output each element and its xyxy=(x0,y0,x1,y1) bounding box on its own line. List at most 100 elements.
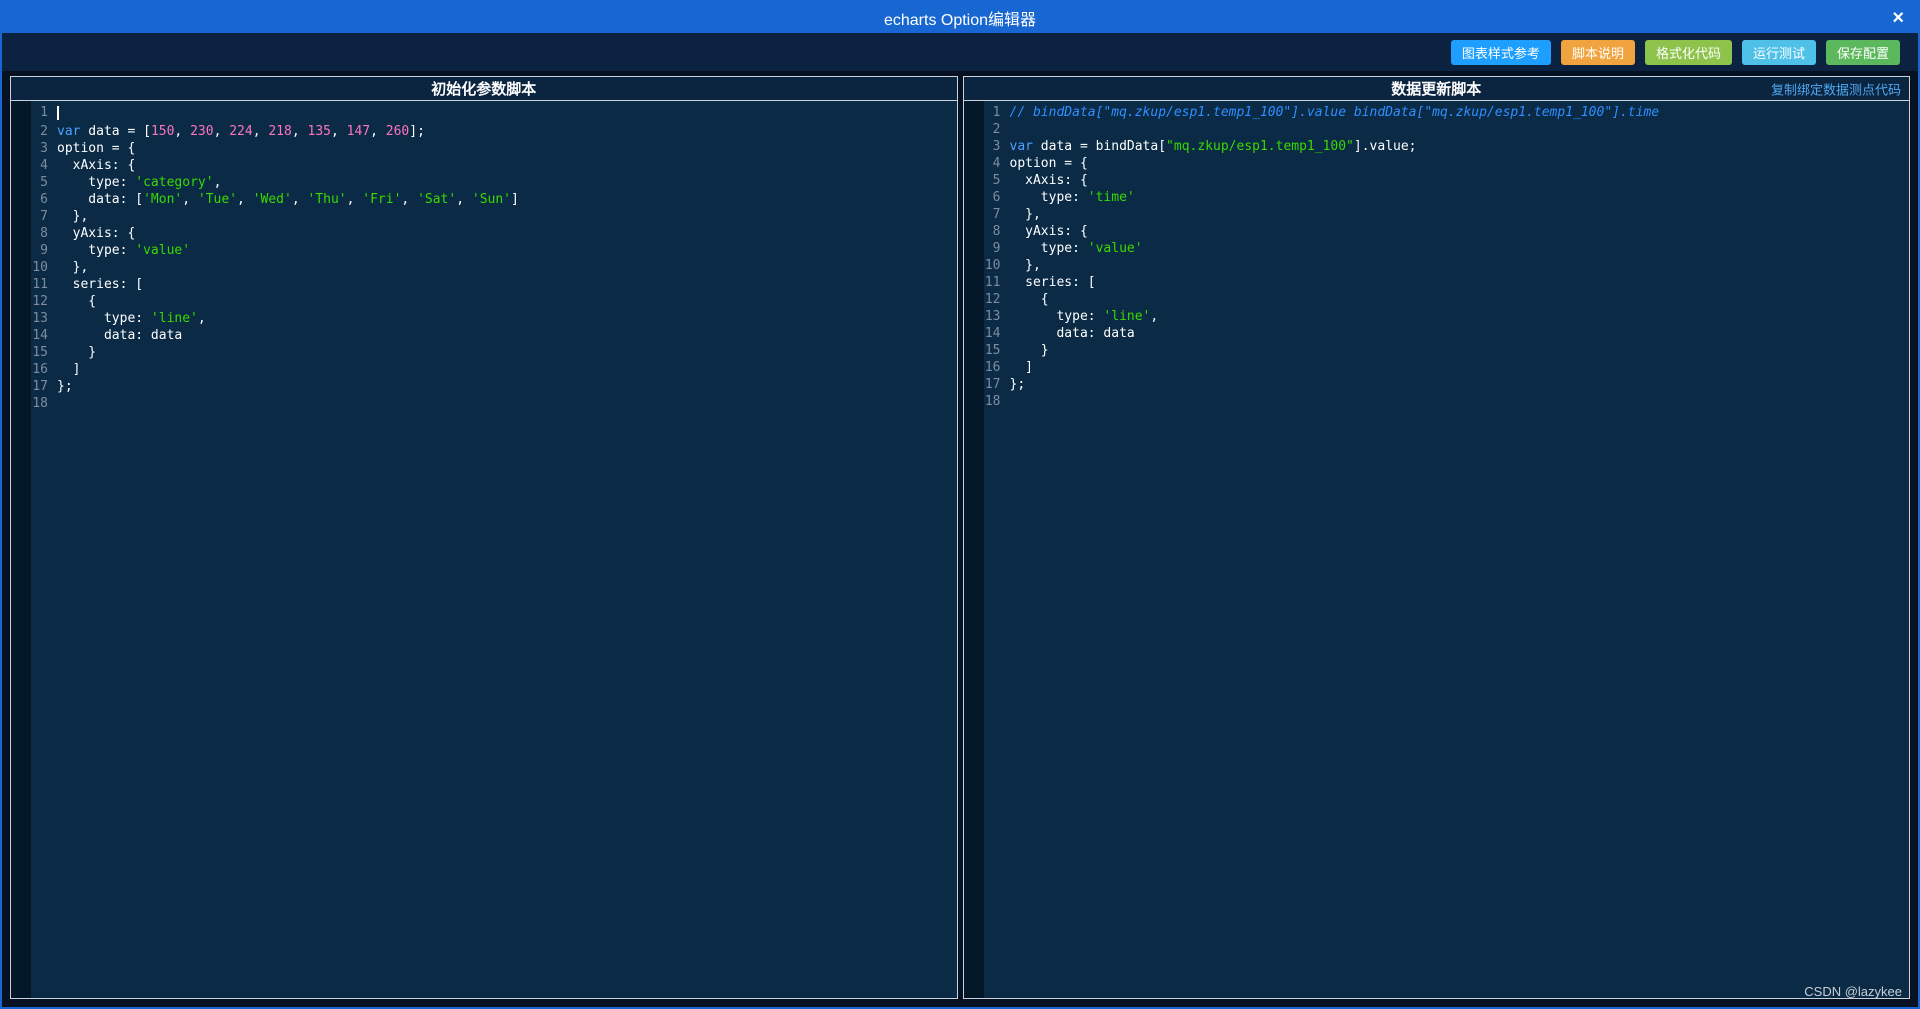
code-line: 17}; xyxy=(964,376,1910,393)
code-line: 16 ] xyxy=(964,359,1910,376)
code-line-text: }; xyxy=(57,379,73,394)
toolbar-buttons: 图表样式参考 脚本说明 格式化代码 运行测试 保存配置 xyxy=(1450,39,1900,65)
code-line: 10 }, xyxy=(964,257,1910,274)
line-number: 17 xyxy=(984,377,1001,392)
code-line: 11 series: [ xyxy=(11,276,957,293)
line-number: 3 xyxy=(992,139,1001,154)
line-number: 11 xyxy=(32,277,48,292)
code-line-text: { xyxy=(57,294,97,309)
line-number: 16 xyxy=(32,362,48,377)
code-line-text: option = { xyxy=(1009,156,1088,171)
csdn-watermark: CSDN @lazykee xyxy=(1804,984,1902,999)
line-number: 8 xyxy=(992,224,1001,239)
code-line-text: type: 'value' xyxy=(57,243,191,258)
line-number: 6 xyxy=(40,192,48,207)
code-line: 18 xyxy=(964,393,1910,410)
code-line: 7 }, xyxy=(11,208,957,225)
code-line: 12 { xyxy=(964,291,1910,308)
code-line: 6 type: 'time' xyxy=(964,189,1910,206)
chart-style-reference-button[interactable]: 图表样式参考 xyxy=(1450,39,1551,65)
code-line: 8 yAxis: { xyxy=(11,225,957,242)
code-line: 12 { xyxy=(11,293,957,310)
line-number: 18 xyxy=(984,394,1001,409)
line-number: 15 xyxy=(32,345,48,360)
update-script-editor[interactable]: 1 // bindData["mq.zkup/esp1.temp1_100"].v… xyxy=(963,101,1910,998)
code-line-text: yAxis: { xyxy=(57,226,136,241)
line-number: 3 xyxy=(40,141,48,156)
code-line: 9 type: 'value' xyxy=(964,240,1910,257)
code-line-text: yAxis: { xyxy=(1009,224,1088,239)
code-line-text: { xyxy=(1009,292,1049,307)
line-number: 1 xyxy=(992,105,1001,120)
line-number: 13 xyxy=(984,309,1001,324)
code-line: 9 type: 'value' xyxy=(11,242,957,259)
code-line-text: } xyxy=(57,345,97,360)
code-line: 3 var data = bindData["mq.zkup/esp1.temp1… xyxy=(964,138,1910,155)
init-script-header: 初始化参数脚本 xyxy=(11,77,957,101)
code-line-text: ] xyxy=(1009,360,1033,375)
line-number: 15 xyxy=(984,343,1001,358)
line-number: 12 xyxy=(32,294,48,309)
editors-area: 初始化参数脚本 1 2 var data = [150, 230, 224, 218… xyxy=(2,71,1918,1007)
line-number: 18 xyxy=(32,396,48,411)
line-number: 9 xyxy=(992,241,1001,256)
code-line: 14 data: data xyxy=(11,327,957,344)
code-line: 4 xAxis: { xyxy=(11,157,957,174)
code-line-text: type: 'value' xyxy=(1009,241,1143,256)
run-test-button[interactable]: 运行测试 xyxy=(1741,39,1816,65)
code-line-text: // bindData["mq.zkup/esp1.temp1_100"].va… xyxy=(1009,105,1660,120)
code-line: 2 var data = [150, 230, 224, 218, 135, 14… xyxy=(11,123,957,140)
code-line-text: option = { xyxy=(57,141,136,156)
code-line-text: data: data xyxy=(1009,326,1135,341)
line-number: 13 xyxy=(32,311,48,326)
code-line-text: xAxis: { xyxy=(57,158,136,173)
code-line-text: var data = bindData["mq.zkup/esp1.temp1_… xyxy=(1009,139,1417,154)
update-script-panel: 数据更新脚本 复制绑定数据测点代码 1 // bindData["mq.zkup/… xyxy=(962,76,1910,999)
line-number: 7 xyxy=(992,207,1001,222)
code-line-text: type: 'time' xyxy=(1009,190,1135,205)
toolbar: 图表样式参考 脚本说明 格式化代码 运行测试 保存配置 xyxy=(2,33,1918,71)
line-number: 2 xyxy=(40,124,48,139)
line-number: 4 xyxy=(40,158,48,173)
init-script-code: 1 2 var data = [150, 230, 224, 218, 135, 1… xyxy=(11,104,957,412)
code-line-text: }, xyxy=(57,260,89,275)
init-script-title: 初始化参数脚本 xyxy=(431,81,537,98)
code-line: 5 type: 'category', xyxy=(11,174,957,191)
code-line: 4 option = { xyxy=(964,155,1910,172)
code-line-text: series: [ xyxy=(57,277,144,292)
code-line-text: type: 'line', xyxy=(57,311,206,326)
code-line: 14 data: data xyxy=(964,325,1910,342)
copy-binddata-link[interactable]: 复制绑定数据测点代码 xyxy=(1771,79,1901,98)
code-line: 3 option = { xyxy=(11,140,957,157)
code-line: 13 type: 'line', xyxy=(11,310,957,327)
script-help-button[interactable]: 脚本说明 xyxy=(1560,39,1635,65)
code-line-text: type: 'category', xyxy=(57,175,222,190)
update-script-header: 数据更新脚本 复制绑定数据测点代码 xyxy=(963,77,1909,101)
line-number: 12 xyxy=(984,292,1001,307)
line-number: 2 xyxy=(992,122,1001,137)
code-line-text: type: 'line', xyxy=(1009,309,1159,324)
line-number: 5 xyxy=(40,175,48,190)
line-number: 14 xyxy=(984,326,1001,341)
code-line-text: data: ['Mon', 'Tue', 'Wed', 'Thu', 'Fri'… xyxy=(57,192,519,207)
init-script-editor[interactable]: 1 2 var data = [150, 230, 224, 218, 135, 1… xyxy=(11,101,957,998)
text-cursor xyxy=(57,106,59,120)
save-config-button[interactable]: 保存配置 xyxy=(1825,39,1900,65)
line-number: 10 xyxy=(32,260,48,275)
format-code-button[interactable]: 格式化代码 xyxy=(1644,39,1732,65)
line-number: 16 xyxy=(984,360,1001,375)
code-line-text: var data = [150, 230, 224, 218, 135, 147… xyxy=(57,124,425,139)
code-line: 1 xyxy=(11,104,957,123)
line-number: 4 xyxy=(992,156,1001,171)
window-title: echarts Option编辑器 xyxy=(883,11,1037,29)
code-line-text: series: [ xyxy=(1009,275,1096,290)
code-line-text: } xyxy=(1009,343,1049,358)
code-line-text: xAxis: { xyxy=(1009,173,1088,188)
line-number: 14 xyxy=(32,328,48,343)
code-line: 15 } xyxy=(964,342,1910,359)
code-line: 7 }, xyxy=(964,206,1910,223)
line-number: 1 xyxy=(40,105,48,120)
close-icon[interactable]: × xyxy=(1892,8,1904,28)
update-script-title: 数据更新脚本 xyxy=(1391,81,1482,98)
